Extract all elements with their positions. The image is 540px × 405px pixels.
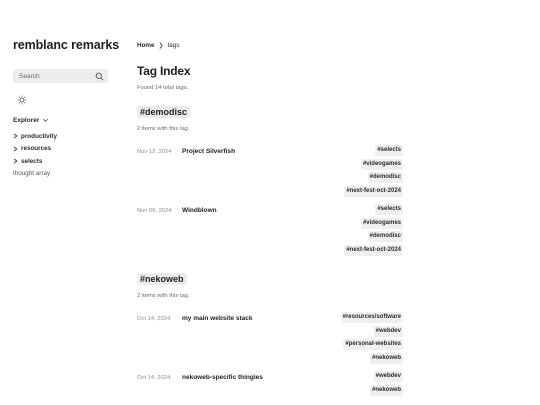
explorer-tree: productivity resources selects thought a…: [13, 130, 113, 180]
tag-pill[interactable]: #selects: [375, 204, 403, 215]
folder-label: resources: [21, 145, 52, 153]
tag-section-demodisc: #demodisc 2 items with this tag. Nov 12,…: [137, 102, 403, 258]
entry-date: Oct 14, 2024: [137, 315, 171, 322]
tag-pill[interactable]: #personal-websites: [343, 339, 403, 350]
tag-pill[interactable]: #webdev: [373, 371, 403, 382]
folder-productivity[interactable]: productivity: [13, 130, 113, 143]
entry-tags: #webdev #nekoweb: [369, 371, 403, 398]
tag-total: Found 14 total tags.: [137, 85, 189, 91]
entry-title-link[interactable]: Windblown: [182, 207, 217, 214]
main-content: Home ❯ tags Tag Index Found 14 total tag…: [137, 42, 403, 398]
tag-heading[interactable]: #demodisc: [137, 106, 191, 118]
breadcrumb-home[interactable]: Home: [137, 42, 155, 49]
entry-date: Nov 12, 2024: [137, 148, 172, 155]
folder-label: productivity: [21, 132, 58, 140]
explorer-label: Explorer: [13, 117, 40, 124]
tag-pill[interactable]: #videogames: [360, 217, 403, 229]
tag-pill[interactable]: #demodisc: [367, 231, 403, 242]
list-item: Oct 14, 2024 nekoweb-specific thingies #…: [137, 371, 403, 398]
folder-resources[interactable]: resources: [13, 143, 113, 156]
tag-pill[interactable]: #nekoweb: [369, 352, 403, 364]
tag-heading[interactable]: #nekoweb: [137, 273, 187, 285]
file-thought-array[interactable]: thought array: [13, 168, 113, 180]
folder-label: selects: [21, 157, 43, 165]
entry-tags: #resources/software #webdev #personal-we…: [340, 312, 403, 366]
entry-tags: #selects #videogames #demodisc #next-fes…: [344, 145, 403, 199]
list-item: Nov 09, 2024 Windblown #selects #videoga…: [137, 204, 403, 258]
tag-pill[interactable]: #selects: [375, 145, 403, 156]
breadcrumb-separator: ❯: [158, 43, 164, 49]
explorer-toggle[interactable]: Explorer: [13, 117, 113, 124]
chevron-right-icon: [13, 133, 18, 139]
entry-title-link[interactable]: my main website stack: [182, 315, 252, 322]
tag-pill[interactable]: #nekoweb: [369, 384, 403, 396]
entry-list: Nov 12, 2024 Project Silverfish #selects…: [137, 145, 403, 258]
entry-list: Oct 14, 2024 my main website stack #reso…: [137, 312, 403, 398]
tag-pill[interactable]: #videogames: [360, 158, 403, 170]
tag-pill[interactable]: #demodisc: [367, 172, 403, 183]
tag-item-count: 2 items with this tag.: [137, 293, 190, 299]
site-title[interactable]: remblanc remarks: [13, 38, 119, 52]
entry-tags: #selects #videogames #demodisc #next-fes…: [344, 204, 403, 258]
chevron-down-icon: [43, 118, 49, 122]
entry-date: Oct 14, 2024: [137, 374, 171, 381]
tag-pill[interactable]: #next-fest-oct-2024: [344, 185, 403, 197]
tag-section-nekoweb: #nekoweb 2 items with this tag. Oct 14, …: [137, 269, 403, 398]
chevron-right-icon: [13, 158, 18, 164]
sun-icon[interactable]: [17, 95, 27, 105]
search-icon: [95, 72, 104, 80]
tag-pill[interactable]: #resources/software: [340, 312, 403, 323]
sidebar: remblanc remarks Search Explorer product…: [13, 38, 119, 180]
breadcrumb: Home ❯ tags: [137, 42, 403, 49]
entry-date: Nov 09, 2024: [137, 207, 172, 214]
entry-title-link[interactable]: nekoweb-specific thingies: [182, 374, 263, 381]
breadcrumb-current: tags: [167, 42, 180, 49]
tag-pill[interactable]: #webdev: [373, 325, 403, 337]
page-title: Tag Index: [137, 64, 191, 78]
list-item: Oct 14, 2024 my main website stack #reso…: [137, 312, 403, 366]
entry-title-link[interactable]: Project Silverfish: [182, 148, 235, 155]
list-item: Nov 12, 2024 Project Silverfish #selects…: [137, 145, 403, 199]
search-box[interactable]: Search: [13, 69, 108, 83]
chevron-right-icon: [13, 146, 18, 152]
tag-pill[interactable]: #next-fest-oct-2024: [344, 244, 403, 256]
folder-selects[interactable]: selects: [13, 155, 113, 168]
tag-item-count: 2 items with this tag.: [137, 126, 190, 132]
search-placeholder: Search: [19, 72, 40, 80]
